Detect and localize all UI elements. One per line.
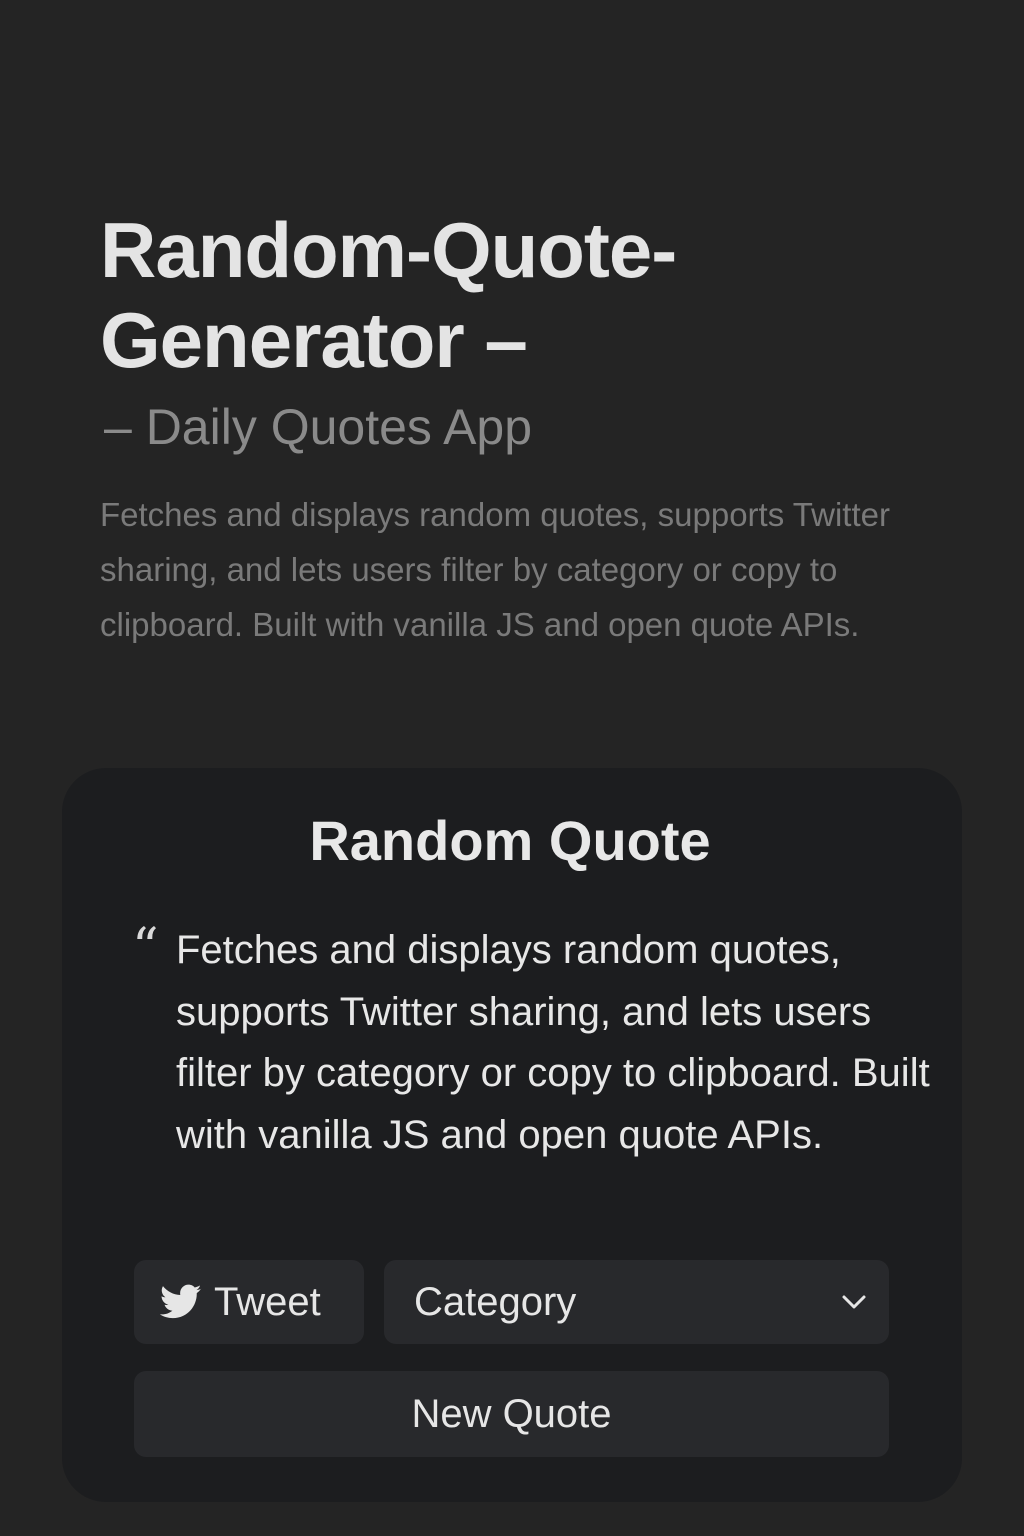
quote-mark-icon: “ <box>132 918 159 978</box>
category-value: Category <box>414 1279 577 1324</box>
page-subtitle: – Daily Quotes App <box>104 399 533 455</box>
chevron-down-icon <box>842 1295 866 1309</box>
tweet-button[interactable]: Tweet <box>134 1260 364 1344</box>
card-title: Random Quote <box>309 809 711 872</box>
new-quote-label: New Quote <box>411 1391 612 1436</box>
quote-text: Fetches and displays random quotes, supp… <box>176 928 930 1157</box>
category-select[interactable]: Category <box>384 1260 889 1344</box>
tweet-label: Tweet <box>214 1279 321 1324</box>
page-description: Fetches and displays random quotes, supp… <box>100 496 890 643</box>
new-quote-button[interactable]: New Quote <box>134 1371 889 1457</box>
page-title: Random-Quote-Generator – <box>100 206 677 384</box>
page-header: Random-Quote-Generator – – Daily Quotes … <box>100 205 940 652</box>
twitter-bird-icon <box>160 1284 202 1319</box>
